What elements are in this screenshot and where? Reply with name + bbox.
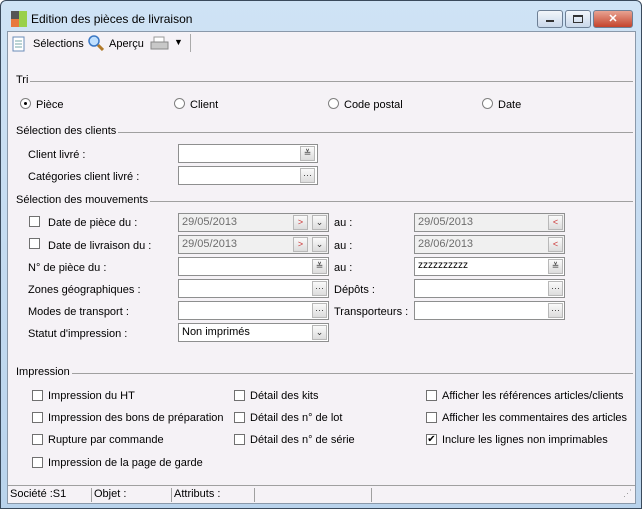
radio-code-postal-label: Code postal [344,99,403,111]
client-livre-label: Client livré : [28,149,86,161]
au-label: au : [334,240,353,252]
status-objet: Objet : [92,488,172,502]
impression-checkbox[interactable]: ✔ [426,434,437,445]
mouvements-label: Sélection des mouvements [16,194,151,206]
apercu-label: Aperçu [109,38,144,50]
chevron-down-icon[interactable]: ⌄ [312,237,327,252]
radio-date[interactable] [482,98,493,109]
num-piece-from[interactable] [178,257,329,276]
date-piece-to[interactable]: 29/05/2013 [414,213,565,232]
impression-checkbox-label: Détail des kits [250,390,319,402]
date-piece-label: Date de pièce du : [48,217,138,229]
impression-checkbox-label: Impression du HT [48,390,135,402]
impression-checkbox-label: Rupture par commande [48,434,164,446]
mouvements-section-header: Sélection des mouvements [16,194,633,206]
impression-checkbox[interactable] [234,412,245,423]
depots-field[interactable] [414,279,565,298]
au-label: au : [334,262,353,274]
radio-code-postal[interactable] [328,98,339,109]
window: Edition des pièces de livraison ✕ Sélect… [0,0,642,509]
impression-checkbox-label: Impression de la page de garde [48,457,203,469]
impression-section-header: Impression [16,366,633,378]
tri-label: Tri [16,74,31,86]
window-title: Edition des pièces de livraison [31,12,193,26]
ellipsis-icon[interactable]: ··· [548,281,563,296]
radio-piece[interactable] [20,98,31,109]
impression-checkbox-label: Impression des bons de préparation [48,412,224,424]
impression-checkbox-label: Afficher les références articles/clients [442,390,624,402]
status-societe: Société :S1 [8,488,92,502]
impression-checkbox-label: Détail des n° de lot [250,412,343,424]
close-button[interactable]: ✕ [593,10,633,28]
date-livraison-to[interactable]: 28/06/2013 [414,235,565,254]
status-bar: Société :S1 Objet : Attributs : ⋰ [8,485,635,503]
magnifier-icon [88,35,104,51]
impression-checkbox[interactable] [234,390,245,401]
app-icon [11,11,27,27]
date-piece-checkbox[interactable] [29,216,40,227]
resize-grip-icon[interactable]: ⋰ [623,488,632,499]
depots-label: Dépôts : [334,284,375,296]
date-livraison-label: Date de livraison du : [48,240,152,252]
impression-checkbox[interactable] [234,434,245,445]
modes-field[interactable] [178,301,329,320]
calendar-back-icon[interactable]: < [548,215,563,230]
zones-field[interactable] [178,279,329,298]
impression-checkbox[interactable] [32,412,43,423]
transporteurs-field[interactable] [414,301,565,320]
num-piece-to[interactable]: zzzzzzzzzz [414,257,565,276]
apercu-button[interactable]: Aperçu [88,35,148,51]
zones-label: Zones géographiques : [28,284,141,296]
calendar-forward-icon[interactable]: > [293,215,308,230]
statut-label: Statut d'impression : [28,328,128,340]
calendar-back-icon[interactable]: < [548,237,563,252]
clients-section-header: Sélection des clients [16,125,633,137]
modes-label: Modes de transport : [28,306,129,318]
impression-checkbox-label: Détail des n° de série [250,434,355,446]
clients-label: Sélection des clients [16,125,119,137]
chevron-double-down-icon[interactable]: ≚ [548,259,563,274]
radio-client-label: Client [190,99,219,111]
selections-label: Sélections [33,38,84,50]
status-empty-1 [255,488,372,502]
status-attributs: Attributs : [172,488,255,502]
maximize-button[interactable] [565,10,591,28]
ellipsis-icon[interactable]: ··· [300,168,315,183]
ellipsis-icon[interactable]: ··· [312,303,327,318]
categories-field[interactable] [178,166,318,185]
client-livre-field[interactable] [178,144,318,163]
ellipsis-icon[interactable]: ··· [312,281,327,296]
impression-checkbox-label: Inclure les lignes non imprimables [442,434,608,446]
impression-checkbox[interactable] [32,457,43,468]
print-dropdown-icon[interactable]: ▼ [174,37,183,47]
chevron-down-icon[interactable]: ⌄ [312,215,327,230]
impression-checkbox-label: Afficher les commentaires des articles [442,412,628,424]
status-empty-2: ⋰ [372,488,635,502]
radio-date-label: Date [498,99,522,111]
statut-select[interactable]: Non imprimés [178,323,329,342]
impression-checkbox[interactable] [426,390,437,401]
categories-label: Catégories client livré : [28,171,140,183]
transporteurs-label: Transporteurs : [334,306,409,318]
document-icon [12,36,25,52]
dialog-content: Sélections Aperçu ▼ Tri Pièce Client Cod… [7,31,636,504]
tri-section-header: Tri [16,74,633,86]
calendar-forward-icon[interactable]: > [293,237,308,252]
chevron-double-down-icon[interactable]: ≚ [300,146,315,161]
impression-label: Impression [16,366,72,378]
radio-piece-label: Pièce [36,99,64,111]
au-label: au : [334,217,353,229]
chevron-down-icon[interactable]: ⌄ [312,325,327,340]
printer-icon[interactable] [150,36,170,52]
ellipsis-icon[interactable]: ··· [548,303,563,318]
chevron-double-down-icon[interactable]: ≚ [312,259,327,274]
date-livraison-checkbox[interactable] [29,238,40,249]
toolbar-separator [190,34,191,52]
impression-checkbox[interactable] [426,412,437,423]
num-piece-label: N° de pièce du : [28,262,107,274]
impression-checkbox[interactable] [32,390,43,401]
impression-checkbox[interactable] [32,434,43,445]
radio-client[interactable] [174,98,185,109]
minimize-button[interactable] [537,10,563,28]
